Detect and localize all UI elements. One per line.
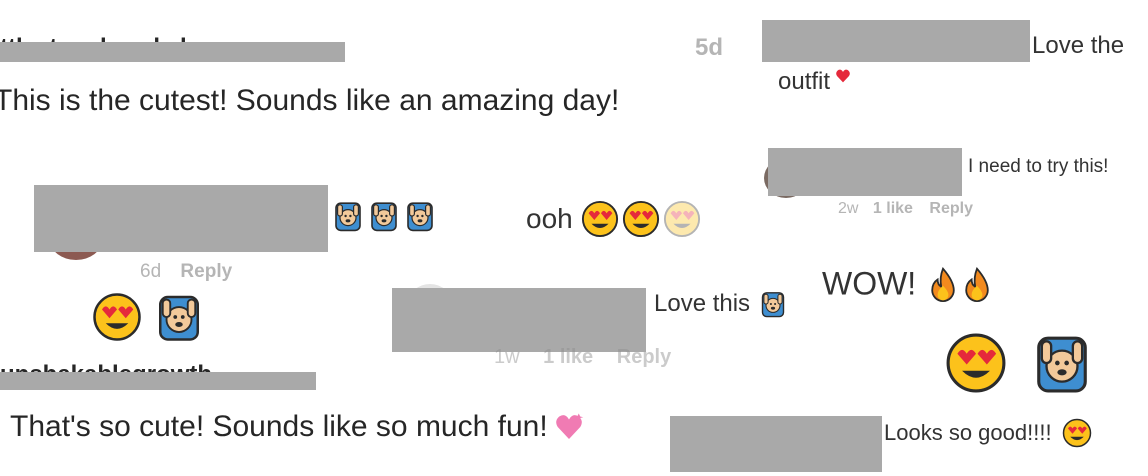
comment-timestamp: 5d xyxy=(695,34,724,61)
heart-eyes-icon xyxy=(1062,418,1092,448)
comment-text-part: outfit xyxy=(778,68,831,95)
raised-hands-icon xyxy=(407,202,433,232)
comment-text-row: WOW! xyxy=(822,264,995,304)
redacted-username xyxy=(34,185,328,252)
comment-meta: 1w 1 like Reply xyxy=(494,346,671,369)
heart-eyes-icon xyxy=(664,200,701,238)
comment-text-row: Love this xyxy=(654,290,787,318)
redacted-username xyxy=(0,372,316,390)
comment-text: Love this xyxy=(654,290,751,317)
comment-text-continued: outfit xyxy=(778,68,851,96)
sparkling-heart-icon xyxy=(556,413,584,439)
reply-button[interactable]: Reply xyxy=(180,261,232,282)
comment-fragment: ooh xyxy=(526,200,704,244)
comment-text: Love the xyxy=(1032,32,1125,59)
emoji-row xyxy=(332,200,436,232)
fire-icon xyxy=(964,267,989,303)
comment-text: I need to try this! xyxy=(968,156,1109,177)
raised-hands-icon xyxy=(1037,336,1087,393)
raised-hands-icon xyxy=(335,202,361,232)
raised-hands-icon xyxy=(761,292,784,318)
reply-button[interactable]: Reply xyxy=(929,200,973,217)
redacted-username xyxy=(670,416,882,472)
comment-text: ooh xyxy=(526,203,573,234)
comment-text-row: That's so cute! Sounds like so much fun! xyxy=(10,410,584,444)
comment-text: This is the cutest! Sounds like an amazi… xyxy=(0,84,620,117)
comment-text: Looks so good!!!! xyxy=(884,420,1052,445)
comment-meta: 2w 1 like Reply xyxy=(838,200,973,218)
redacted-username xyxy=(768,148,962,196)
emoji-row xyxy=(92,292,204,342)
comment-timestamp: 1w xyxy=(494,346,520,368)
red-heart-icon xyxy=(835,69,850,83)
comment-timestamp: 2w xyxy=(838,200,859,217)
heart-eyes-icon xyxy=(623,200,660,238)
redacted-username xyxy=(392,288,646,352)
redacted-username xyxy=(0,42,345,62)
redacted-username xyxy=(762,20,1030,62)
comment-text: That's so cute! Sounds like so much fun! xyxy=(10,410,548,443)
heart-eyes-icon xyxy=(946,333,1006,393)
like-count[interactable]: 1 like xyxy=(543,346,593,368)
reply-button[interactable]: Reply xyxy=(617,346,671,368)
raised-hands-icon xyxy=(371,202,397,232)
comment-timestamp: 6d xyxy=(140,261,162,282)
heart-eyes-icon xyxy=(93,293,141,341)
like-count[interactable]: 1 like xyxy=(873,200,913,217)
heart-eyes-icon xyxy=(582,200,619,238)
comment-meta: 6d Reply xyxy=(140,261,232,283)
raised-hands-icon xyxy=(159,295,199,341)
fire-icon xyxy=(930,267,955,303)
emoji-row xyxy=(945,332,1093,394)
comment-text: WOW! xyxy=(822,265,917,302)
comment-text-row: Looks so good!!!! xyxy=(884,418,1092,448)
